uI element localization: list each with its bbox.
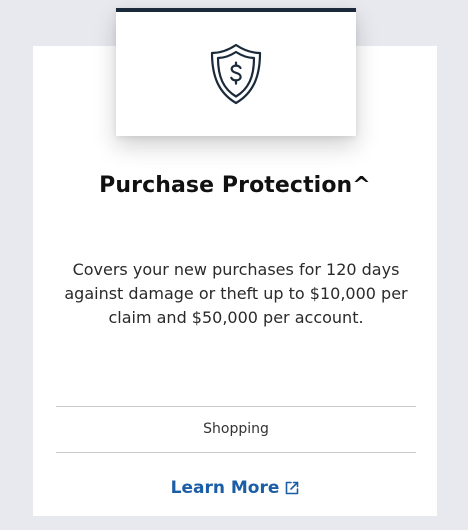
category-label: Shopping xyxy=(203,421,269,437)
external-link-icon xyxy=(285,481,299,495)
card-description: Covers your new purchases for 120 days a… xyxy=(64,260,408,327)
divider-bottom xyxy=(56,452,416,453)
learn-more-label: Learn More xyxy=(170,478,280,498)
card-title: Purchase Protection^ xyxy=(99,173,371,198)
learn-more-link[interactable]: Learn More xyxy=(33,475,437,501)
divider-top xyxy=(56,406,416,407)
icon-tile xyxy=(116,8,356,136)
shield-dollar-icon xyxy=(209,43,263,105)
